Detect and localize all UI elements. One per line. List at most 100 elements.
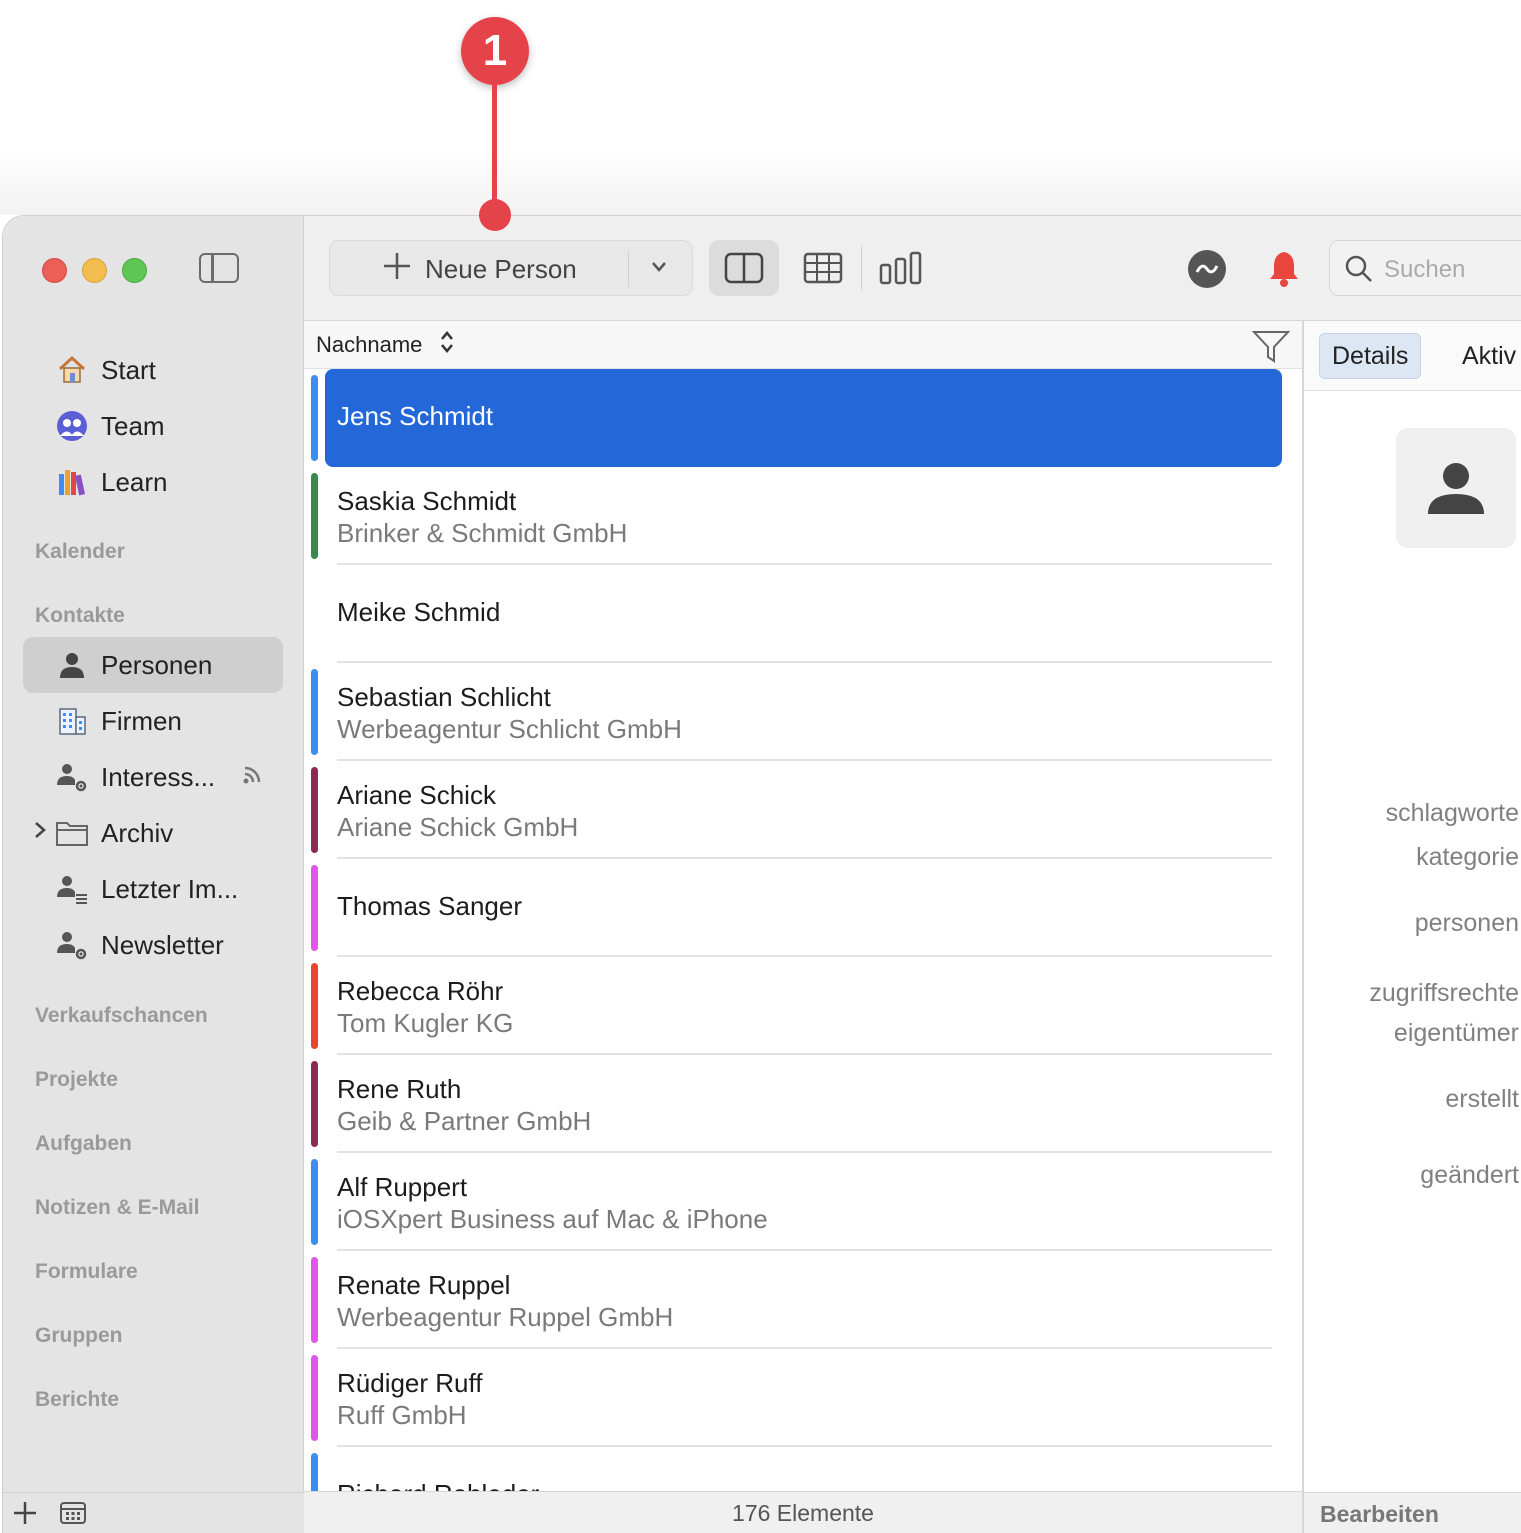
- team-icon: [55, 409, 89, 443]
- sort-column-label[interactable]: Nachname: [316, 332, 422, 358]
- sidebar-item-newsletter[interactable]: Newsletter: [23, 917, 283, 973]
- edit-button[interactable]: Bearbeiten: [1320, 1501, 1439, 1528]
- section-gruppen[interactable]: Gruppen: [35, 1324, 123, 1348]
- list-item[interactable]: Alf Ruppert iOSXpert Business auf Mac & i…: [304, 1153, 1302, 1251]
- split-view-button[interactable]: [709, 240, 779, 296]
- bar-chart-icon: [879, 251, 922, 285]
- plus-icon: [382, 251, 412, 290]
- chart-view-button[interactable]: [866, 240, 936, 296]
- section-notizen[interactable]: Notizen & E-Mail: [35, 1196, 200, 1220]
- person-name: Jens Schmidt: [337, 401, 494, 431]
- sidebar-item-archiv[interactable]: Archiv: [23, 805, 283, 861]
- sidebar-item-interessenten[interactable]: Interess...: [23, 749, 283, 805]
- new-person-button[interactable]: Neue Person: [329, 240, 693, 296]
- person-company: Brinker & Schmidt GmbH: [337, 518, 628, 548]
- list-item[interactable]: Thomas Sanger: [304, 859, 1302, 957]
- callout-dot: [479, 199, 511, 231]
- search-icon: [1344, 254, 1374, 289]
- list-item[interactable]: Richard Rohleder: [304, 1447, 1302, 1492]
- sidebar-item-personen[interactable]: Personen: [23, 637, 283, 693]
- row-color-indicator: [311, 1061, 318, 1147]
- list-item[interactable]: Ariane Schick Ariane Schick GmbH: [304, 761, 1302, 859]
- filter-icon[interactable]: [1251, 329, 1291, 370]
- field-erstellt: erstellt: [1445, 1085, 1519, 1113]
- chevron-down-icon[interactable]: [650, 254, 668, 280]
- detail-tabs: Details Aktiv: [1304, 321, 1521, 391]
- person-name: Ariane Schick: [337, 780, 496, 810]
- section-kalender[interactable]: Kalender: [35, 540, 125, 564]
- detail-panel: Details Aktiv schlagworte kategorie pers…: [1302, 321, 1521, 1533]
- sidebar-item-label: Team: [101, 410, 165, 441]
- list-item[interactable]: Rüdiger Ruff Ruff GmbH: [304, 1349, 1302, 1447]
- person-company: Werbeagentur Ruppel GmbH: [337, 1302, 674, 1332]
- table-view-button[interactable]: [788, 240, 858, 296]
- sidebar-item-start[interactable]: Start: [23, 342, 283, 398]
- sidebar-item-label: Learn: [101, 466, 168, 497]
- sidebar-item-label: Letzter Im...: [101, 873, 239, 904]
- list-item[interactable]: Rebecca Röhr Tom Kugler KG: [304, 957, 1302, 1055]
- list-item[interactable]: Sebastian Schlicht Werbeagentur Schlicht …: [304, 663, 1302, 761]
- list-item[interactable]: Saskia Schmidt Brinker & Schmidt GmbH: [304, 467, 1302, 565]
- section-verkaufschancen[interactable]: Verkaufschancen: [35, 1004, 208, 1028]
- sidebar-item-label: Archiv: [101, 817, 174, 848]
- section-kontakte[interactable]: Kontakte: [35, 604, 125, 628]
- person-gear-icon: [55, 928, 89, 962]
- avatar[interactable]: [1396, 428, 1516, 548]
- chevron-right-icon[interactable]: [33, 820, 47, 846]
- person-name: Rüdiger Ruff: [337, 1368, 483, 1398]
- list-item[interactable]: Meike Schmid: [304, 565, 1302, 663]
- sort-updown-icon[interactable]: [439, 329, 455, 356]
- background-top: [0, 0, 1521, 215]
- app-window: Start Team Learn Kalender Kontakte Perso…: [2, 215, 1521, 1533]
- tab-details[interactable]: Details: [1319, 333, 1422, 379]
- sidebar-item-team[interactable]: Team: [23, 398, 283, 454]
- list-item[interactable]: Renate Ruppel Werbeagentur Ruppel GmbH: [304, 1251, 1302, 1349]
- field-eigentuemer: eigentümer: [1393, 1019, 1519, 1047]
- section-aufgaben[interactable]: Aufgaben: [35, 1132, 132, 1156]
- activity-icon[interactable]: [1188, 250, 1226, 288]
- sidebar-item-label: Start: [101, 354, 156, 385]
- toolbar-divider: [861, 246, 862, 290]
- person-icon: [55, 648, 89, 682]
- list-item[interactable]: Rene Ruth Geib & Partner GmbH: [304, 1055, 1302, 1153]
- field-kategorie: kategorie: [1416, 843, 1519, 871]
- field-geaendert: geändert: [1420, 1161, 1519, 1189]
- zoom-window-button[interactable]: [122, 258, 147, 283]
- section-berichte[interactable]: Berichte: [35, 1388, 119, 1412]
- button-divider: [628, 251, 629, 287]
- section-formulare[interactable]: Formulare: [35, 1260, 138, 1284]
- list-item[interactable]: Jens Schmidt: [304, 369, 1302, 467]
- search-field[interactable]: Suchen: [1329, 240, 1521, 296]
- person-name: Sebastian Schlicht: [337, 682, 551, 712]
- person-list-icon: [55, 872, 89, 906]
- person-name: Saskia Schmidt: [337, 486, 517, 516]
- sidebar-item-firmen[interactable]: Firmen: [23, 693, 283, 749]
- split-view-icon: [724, 252, 764, 284]
- field-zugriffsrechte: zugriffsrechte: [1369, 979, 1519, 1007]
- row-color-indicator: [311, 1453, 318, 1492]
- sidebar-item-letzter-import[interactable]: Letzter Im...: [23, 861, 283, 917]
- bell-icon[interactable]: [1264, 248, 1304, 293]
- person-gear-icon: [55, 760, 89, 794]
- table-view-icon: [803, 252, 843, 284]
- row-color-indicator: [311, 375, 318, 461]
- tab-aktivitaeten[interactable]: Aktiv: [1450, 333, 1521, 379]
- item-count: 176 Elemente: [732, 1500, 874, 1526]
- close-window-button[interactable]: [42, 258, 67, 283]
- section-projekte[interactable]: Projekte: [35, 1068, 118, 1092]
- sidebar-item-learn[interactable]: Learn: [23, 454, 283, 510]
- person-placeholder-icon: [1428, 463, 1484, 514]
- sidebar-toggle-icon[interactable]: [199, 253, 239, 283]
- person-company: iOSXpert Business auf Mac & iPhone: [337, 1204, 768, 1234]
- books-icon: [55, 465, 89, 499]
- calendar-icon[interactable]: [59, 1500, 87, 1531]
- row-color-indicator: [311, 767, 318, 853]
- status-bar: 176 Elemente: [304, 1491, 1302, 1533]
- row-color-indicator: [311, 963, 318, 1049]
- add-icon[interactable]: [11, 1499, 39, 1532]
- search-placeholder: Suchen: [1384, 256, 1466, 283]
- row-color-indicator: [311, 1159, 318, 1245]
- minimize-window-button[interactable]: [82, 258, 107, 283]
- detail-footer: Bearbeiten: [1304, 1492, 1521, 1533]
- person-company: Ariane Schick GmbH: [337, 812, 579, 842]
